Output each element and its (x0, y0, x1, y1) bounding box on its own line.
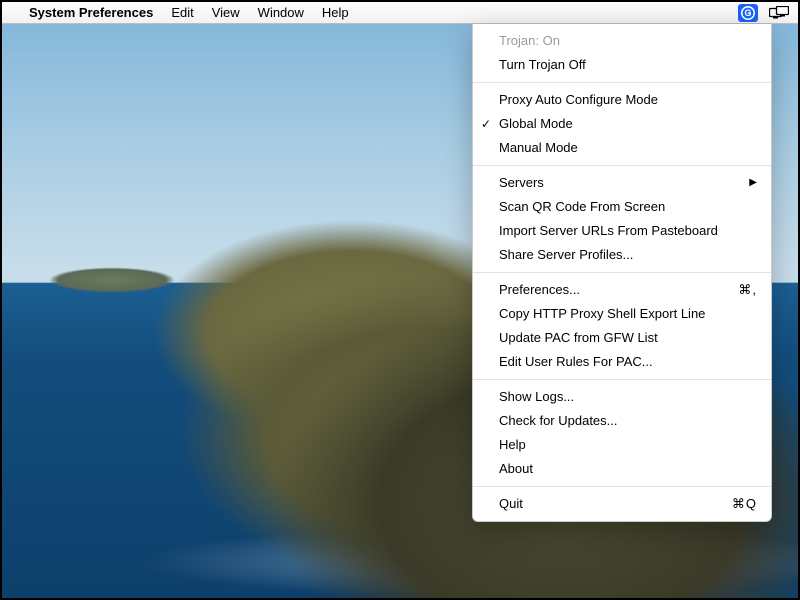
edit-rules-item[interactable]: Edit User Rules For PAC... (473, 350, 771, 374)
check-updates-label: Check for Updates... (499, 412, 618, 430)
menu-separator (473, 379, 771, 380)
update-pac-item[interactable]: Update PAC from GFW List (473, 326, 771, 350)
mode-global-label: Global Mode (499, 115, 573, 133)
mode-global-item[interactable]: ✓ Global Mode (473, 112, 771, 136)
screen: System Preferences Edit View Window Help… (0, 0, 800, 600)
menu-separator (473, 486, 771, 487)
edit-rules-label: Edit User Rules For PAC... (499, 353, 653, 371)
menubar-left: System Preferences Edit View Window Help (10, 3, 358, 22)
import-urls-item[interactable]: Import Server URLs From Pasteboard (473, 219, 771, 243)
servers-label: Servers (499, 174, 544, 192)
preferences-shortcut: ⌘, (738, 281, 757, 299)
trojan-status-label: Trojan: On (473, 29, 771, 53)
menu-separator (473, 272, 771, 273)
g-circle-icon: G (740, 5, 756, 21)
help-label: Help (499, 436, 526, 454)
mode-auto-label: Proxy Auto Configure Mode (499, 91, 658, 109)
display-arrangement-icon[interactable] (768, 4, 790, 22)
menu-view[interactable]: View (203, 3, 249, 22)
trojan-dropdown-menu: Trojan: On Turn Trojan Off Proxy Auto Co… (472, 24, 772, 522)
quit-item[interactable]: Quit ⌘Q (473, 492, 771, 516)
preferences-label: Preferences... (499, 281, 580, 299)
toggle-trojan-item[interactable]: Turn Trojan Off (473, 53, 771, 77)
menu-edit[interactable]: Edit (162, 3, 202, 22)
app-menu[interactable]: System Preferences (20, 3, 162, 22)
mode-auto-item[interactable]: Proxy Auto Configure Mode (473, 88, 771, 112)
import-urls-label: Import Server URLs From Pasteboard (499, 222, 718, 240)
menu-separator (473, 82, 771, 83)
toggle-trojan-label: Turn Trojan Off (499, 56, 586, 74)
menu-separator (473, 165, 771, 166)
about-item[interactable]: About (473, 457, 771, 481)
svg-text:G: G (744, 8, 751, 18)
help-item[interactable]: Help (473, 433, 771, 457)
displays-icon (769, 6, 789, 20)
copy-proxy-item[interactable]: Copy HTTP Proxy Shell Export Line (473, 302, 771, 326)
menu-window[interactable]: Window (249, 3, 313, 22)
mode-manual-label: Manual Mode (499, 139, 578, 157)
menu-help[interactable]: Help (313, 3, 358, 22)
check-icon: ✓ (481, 115, 491, 133)
show-logs-label: Show Logs... (499, 388, 574, 406)
show-logs-item[interactable]: Show Logs... (473, 385, 771, 409)
mode-manual-item[interactable]: Manual Mode (473, 136, 771, 160)
update-pac-label: Update PAC from GFW List (499, 329, 658, 347)
share-profiles-item[interactable]: Share Server Profiles... (473, 243, 771, 267)
quit-shortcut: ⌘Q (732, 495, 757, 513)
scan-qr-label: Scan QR Code From Screen (499, 198, 665, 216)
trojan-status-text: Trojan: On (499, 32, 560, 50)
share-profiles-label: Share Server Profiles... (499, 246, 633, 264)
preferences-item[interactable]: Preferences... ⌘, (473, 278, 771, 302)
servers-submenu-item[interactable]: Servers ▶ (473, 171, 771, 195)
check-updates-item[interactable]: Check for Updates... (473, 409, 771, 433)
menubar-right: G (738, 4, 790, 22)
scan-qr-item[interactable]: Scan QR Code From Screen (473, 195, 771, 219)
trojan-status-icon[interactable]: G (738, 4, 758, 22)
quit-label: Quit (499, 495, 523, 513)
copy-proxy-label: Copy HTTP Proxy Shell Export Line (499, 305, 705, 323)
submenu-arrow-icon: ▶ (749, 174, 757, 192)
menubar: System Preferences Edit View Window Help… (2, 2, 798, 24)
about-label: About (499, 460, 533, 478)
